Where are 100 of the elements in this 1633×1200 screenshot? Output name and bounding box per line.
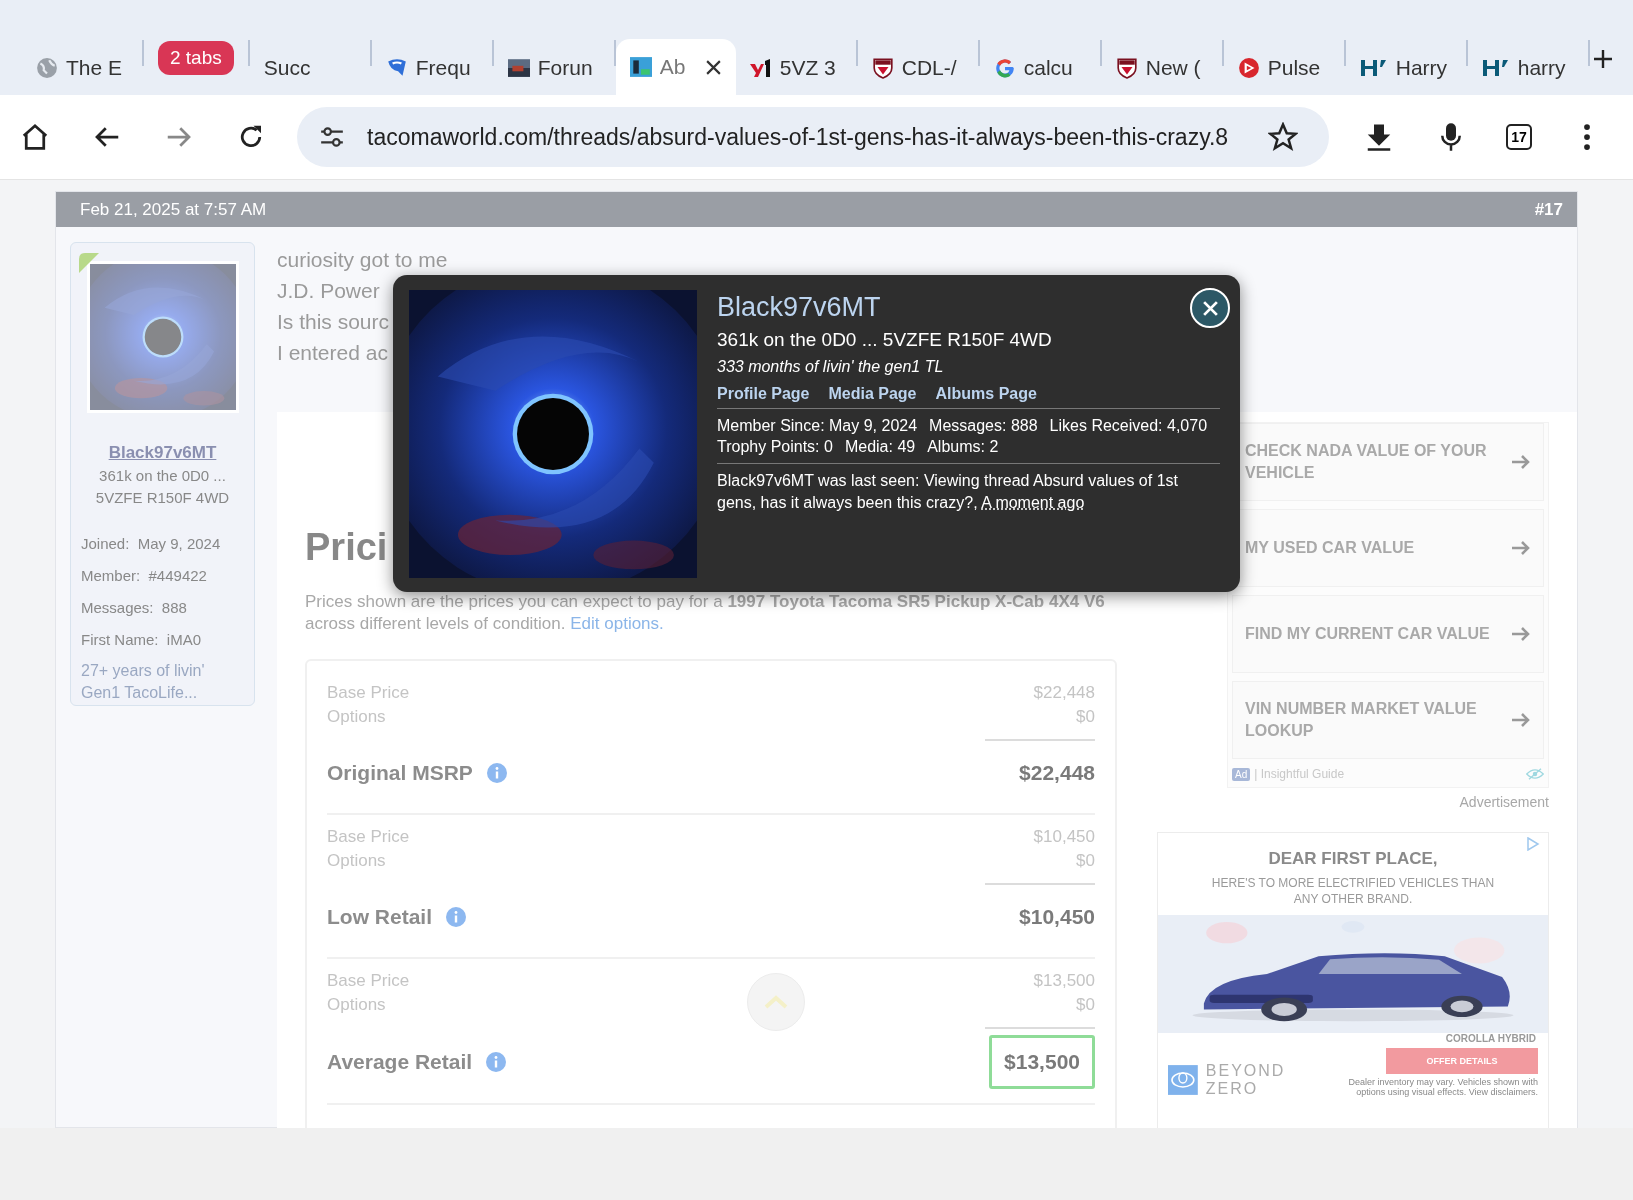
member-stat: Media: 49 [844,437,916,457]
browser-tab[interactable]: The E [22,41,142,95]
browser-tab[interactable]: Forun [493,41,614,95]
member-stat: Member Since: May 9, 2024 [717,416,918,436]
corner-ribbon-icon [78,253,99,273]
browser-tab[interactable]: Succ [249,41,370,95]
chat-bubble-icon [385,57,408,79]
price-total-value: $13,500 [989,1035,1095,1089]
banner-headline: DEAR FIRST PLACE, [1268,849,1438,869]
member-stat: Messages: 888 [929,416,1038,436]
profile-link[interactable]: Albums Page [935,385,1037,403]
user-stat: First Name: iMA0 [81,630,202,650]
tab-count-button[interactable]: 17 [1506,124,1532,150]
url-text: tacomaworld.com/threads/absurd-values-of-1st-gens-has-it-always-been-this-crazy.8 [367,123,1230,151]
user-title: 361k on the 0D0 ... 5VZFE R150F 4WD [94,466,231,508]
profile-link[interactable]: Media Page [828,385,917,403]
banner-model: COROLLA HYBRID [1445,1033,1536,1044]
arrow-right-icon [1511,712,1531,728]
user-custom-title: 27+ years of livin' Gen1 TacoLife... [81,661,206,703]
banner-disclaimer: Dealer inventory may vary. Vehicles shown with options using visual effects. View disclaimers. [1347,1077,1538,1097]
browser-tab[interactable]: Ab [615,39,736,95]
user-stat: Messages: 888 [81,598,188,618]
message-line: Is this sourc [277,309,390,335]
close-icon[interactable] [704,58,722,76]
tab-title: The E [66,56,123,80]
tab-title: Forun [537,56,593,80]
tab-title: harry [1517,56,1566,80]
time-link[interactable]: A moment ago [981,494,1085,511]
price-value: $0 [1076,850,1095,872]
browser-tab[interactable]: harry [1467,41,1588,95]
price-label: Options [327,850,386,872]
member-stat: Albums: 2 [927,437,999,457]
tab-title: Ab [659,55,686,79]
car-logo-icon [1168,1065,1198,1095]
tab-title: Succ [263,56,311,80]
price-total-label: Low Retail [327,905,432,929]
chevron-up-icon [764,995,788,1009]
banner-subline: HERE'S TO MORE ELECTRIFIED VEHICLES THAN ANY OTHER BRAND. [1210,875,1496,907]
tab-group-chip[interactable]: 2 tabs [158,41,234,75]
tab-title: New ( [1145,56,1201,80]
tab-title: CDL-/ [901,56,957,80]
member-stat: Trophy Points: 0 [717,437,833,457]
arrow-right-icon [1511,626,1531,642]
price-label: Base Price [327,682,410,704]
browser-tab[interactable]: 5VZ 3 [735,41,856,95]
google-g-icon [993,57,1016,79]
site-settings-icon[interactable] [319,124,345,150]
profile-link[interactable]: Profile Page [717,385,810,403]
post-date: Feb 21, 2025 at 7:57 AM [80,199,267,220]
price-value: $10,450 [1033,826,1095,848]
price-label: Base Price [327,970,410,992]
user-stat: Joined: May 9, 2024 [81,534,222,554]
price-label: Options [327,994,386,1016]
price-value: $22,448 [1033,682,1095,704]
pricing-intro: Prices shown are the prices you can expect to pay for a 1997 Toyota Tacoma SR5 Pickup X-Cab 4X4 V6 across different levels of condition. Edit options. [305,591,1106,635]
price-value: $0 [1076,994,1095,1016]
browser-tab[interactable]: calcu [979,41,1100,95]
home-icon[interactable] [20,122,50,152]
pricing-heading: Prici [305,526,388,569]
h-logo-icon [1481,57,1510,79]
tab-title: 5VZ 3 [779,56,836,80]
close-icon [1201,299,1219,317]
member-stat: Likes Received: 4,070 [1049,416,1208,436]
price-total-label: Original MSRP [327,761,473,785]
price-value: $13,500 [1033,970,1095,992]
browser-tab[interactable]: Frequ [371,41,492,95]
price-label: Base Price [327,826,410,848]
pulse-logo-icon [1237,57,1260,79]
banner-slogan: BEYOND ZERO [1205,1062,1287,1098]
shield-icon [871,57,894,79]
browser-tab[interactable]: CDL-/ [857,41,978,95]
forum-thumbnail-icon [507,57,530,79]
arrow-right-icon [1511,454,1531,470]
h-logo-icon [1359,57,1388,79]
message-line: curiosity got to me [277,247,448,273]
browser-tab[interactable]: Pulse [1223,41,1344,95]
globe-icon [36,57,58,79]
member-custom-title: 333 months of livin' the gen1 TL [717,358,945,376]
member-title: 361k on the 0D0 ... 5VZFE R150F 4WD [717,329,1053,351]
new-tab-icon[interactable] [1593,49,1613,69]
close-button[interactable] [1190,288,1230,328]
price-label: Options [327,706,386,728]
message-line: J.D. Power [277,278,380,304]
price-total-value: $22,448 [1019,761,1095,785]
member-name[interactable]: Black97v6MT [717,292,881,323]
browser-tab[interactable]: Harry [1345,41,1466,95]
address-bar[interactable]: tacomaworld.com/threads/absurd-values-of-1st-gens-has-it-always-been-this-crazy.8 [297,107,1329,167]
site-logo-icon [629,56,652,78]
browser-tab[interactable]: New ( [1101,41,1222,95]
last-seen-text: Black97v6MT was last seen: Viewing thread Absurd values of 1st gens, has it always been this crazy?, A moment ago [717,471,1179,513]
tab-title: Pulse [1267,56,1321,80]
shield-icon [1115,57,1138,79]
tab-title: calcu [1023,56,1073,80]
message-line: I entered ac [277,340,388,366]
user-stat: Member: #449422 [81,566,208,586]
ad-badge: Ad [1232,767,1251,781]
star-icon[interactable] [1268,122,1298,152]
price-value: $0 [1076,706,1095,728]
y1-logo-icon [749,57,772,79]
arrow-right-icon [1511,540,1531,556]
